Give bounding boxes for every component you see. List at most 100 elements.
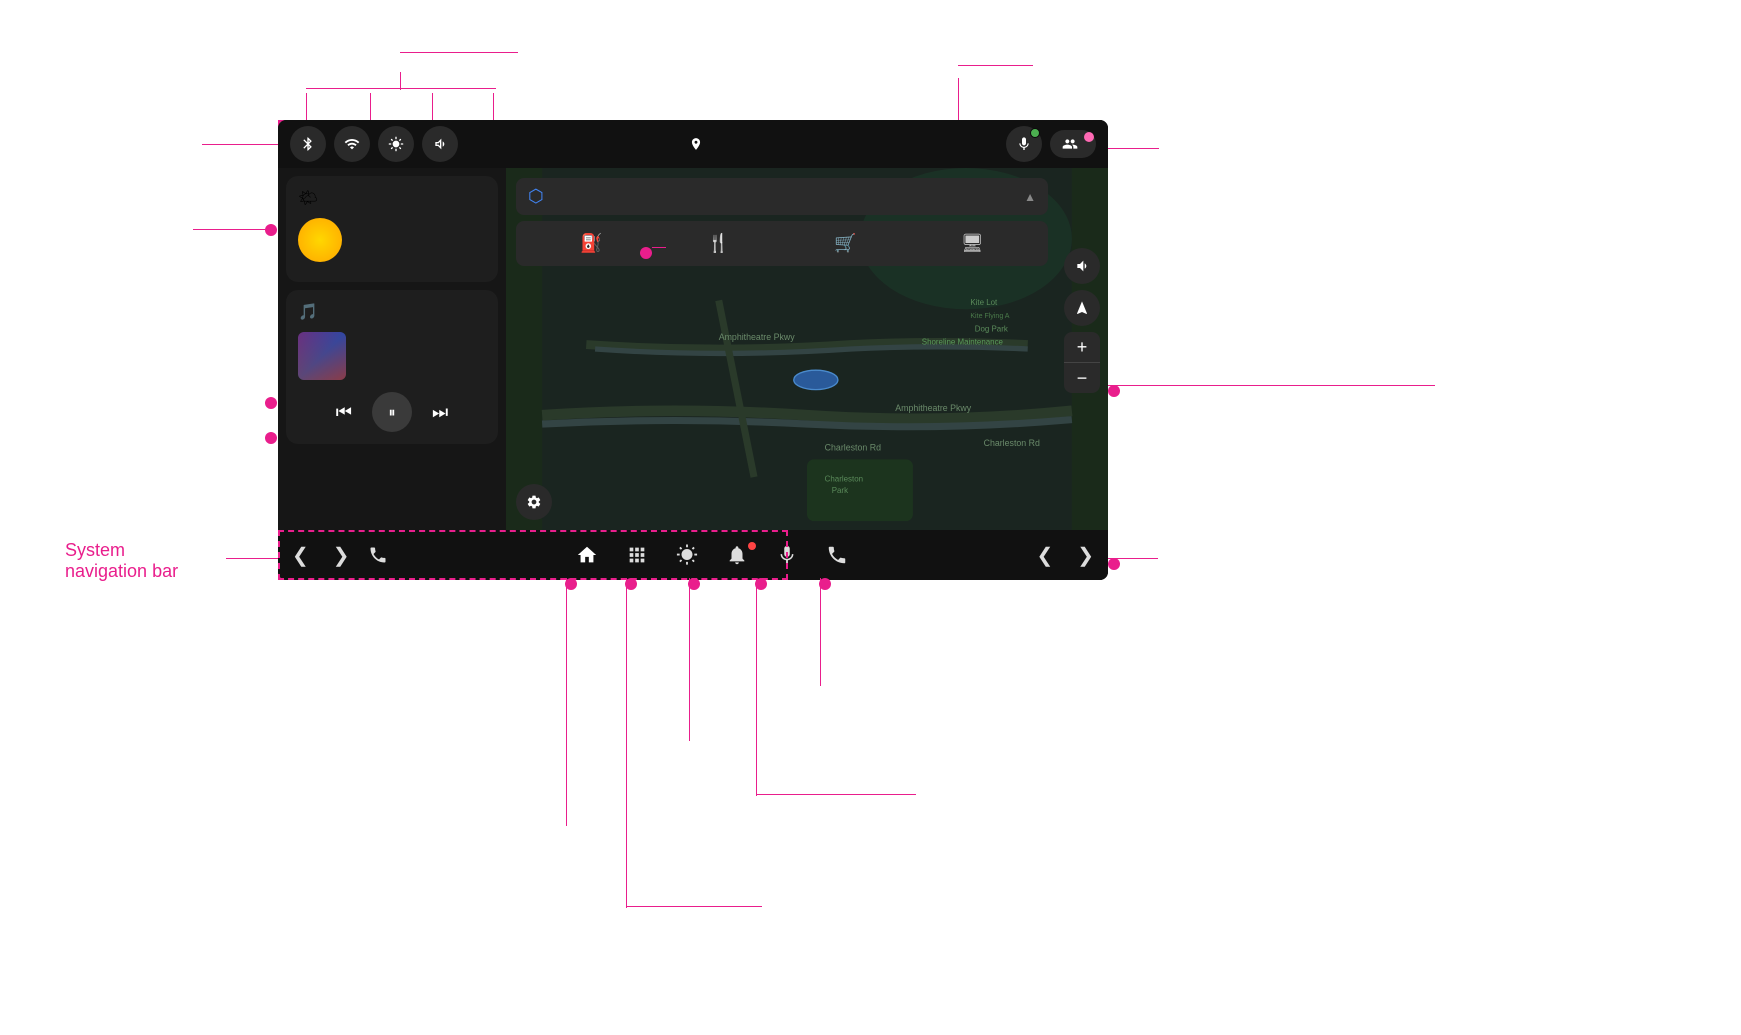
digital-asst-vert-line <box>820 578 821 686</box>
home-cards-dot2 <box>265 397 277 409</box>
digital-asst-dot2 <box>820 684 821 685</box>
climate-dot <box>1108 558 1120 570</box>
hvac-button[interactable] <box>670 544 704 566</box>
climate-right-next-button[interactable]: ❯ <box>1071 543 1100 568</box>
search-bar[interactable]: ⬡ ▲ <box>516 178 1048 215</box>
sun-icon <box>298 218 342 262</box>
svg-text:Charleston: Charleston <box>825 474 863 483</box>
poi-bar: ⛽ 🍴 🛒 🖥 <box>516 221 1048 266</box>
svg-text:Park: Park <box>832 486 848 495</box>
climate-right-prev-button[interactable]: ❮ <box>1030 543 1059 568</box>
weather-card[interactable]: 🌤 <box>286 176 498 282</box>
qc-line1 <box>306 93 307 123</box>
music-app-icon: 🎵 <box>298 302 318 322</box>
climate-line <box>1108 558 1158 559</box>
album-art <box>298 332 346 380</box>
mic-horiz-line <box>958 65 1033 66</box>
car-screen: 🌤 🎵 <box>278 120 1108 580</box>
search-dot-line <box>652 247 666 248</box>
sys-nav-line <box>226 558 278 559</box>
weather-card-header: 🌤 <box>298 188 486 208</box>
signal-button[interactable] <box>334 126 370 162</box>
home-cards-dot <box>265 224 277 236</box>
notif-vert-line <box>756 578 757 796</box>
screen-poi-button[interactable]: 🖥 <box>953 229 992 258</box>
home-button[interactable] <box>570 544 604 566</box>
maps-logo: ⬡ <box>528 186 544 207</box>
status-bar-line <box>202 144 278 145</box>
home-cards-line <box>193 229 265 230</box>
status-bar-left <box>290 126 458 162</box>
status-bar-center <box>683 137 703 151</box>
weather-content <box>298 218 486 262</box>
qc-line-up <box>400 72 401 90</box>
nav-app-dot <box>1108 385 1120 397</box>
search-dot <box>640 247 652 259</box>
left-panel: 🌤 🎵 <box>278 168 506 530</box>
mic-indicator-button[interactable] <box>1006 126 1042 162</box>
volume-button[interactable] <box>422 126 458 162</box>
qc-line4 <box>493 93 494 123</box>
music-controls: ⏮ ⏸ ⏭ <box>298 392 486 432</box>
notification-dot <box>748 542 756 550</box>
bottom-navigation-bar: ❮ ❯ <box>278 530 1108 580</box>
prev-track-button[interactable]: ⏮ <box>336 402 352 423</box>
profile-selector-button[interactable] <box>1050 130 1096 158</box>
nav-app-line <box>1108 385 1435 386</box>
pause-button[interactable]: ⏸ <box>372 392 412 432</box>
status-bar <box>278 120 1108 168</box>
hvac-vert-line <box>689 578 690 741</box>
search-overlay: ⬡ ▲ ⛽ 🍴 🛒 🖥 <box>516 178 1048 266</box>
climate-left-prev-button[interactable]: ❮ <box>286 543 315 568</box>
home-vert-line <box>566 578 567 826</box>
map-settings-button[interactable] <box>516 484 552 520</box>
qc-line2 <box>370 93 371 123</box>
bluetooth-button[interactable] <box>290 126 326 162</box>
restaurant-poi-button[interactable]: 🍴 <box>699 229 737 258</box>
shopping-poi-button[interactable]: 🛒 <box>826 229 864 258</box>
profile-dot <box>1084 132 1094 142</box>
climate-right: ❮ ❯ <box>1030 543 1100 568</box>
notifications-button[interactable] <box>720 544 754 566</box>
nav-center <box>570 544 854 566</box>
fuel-poi-button[interactable]: ⛽ <box>572 229 610 258</box>
digital-assistant-button[interactable] <box>770 544 804 566</box>
navigation-app[interactable]: Amphitheatre Pkwy Amphitheatre Pkwy Char… <box>506 168 1108 530</box>
home-bottom-line <box>566 824 567 825</box>
svg-text:Charleston Rd: Charleston Rd <box>984 438 1040 448</box>
climate-left: ❮ ❯ <box>286 543 394 568</box>
svg-text:Charleston Rd: Charleston Rd <box>825 443 881 453</box>
music-content <box>298 332 486 380</box>
audio-map-button[interactable] <box>1064 248 1100 284</box>
zoom-out-button[interactable]: − <box>1064 363 1100 393</box>
svg-text:Shoreline Maintenance: Shoreline Maintenance <box>922 338 1004 347</box>
map-zoom-group: + − <box>1064 332 1100 393</box>
search-chevron-icon: ▲ <box>1024 190 1036 204</box>
brightness-button[interactable] <box>378 126 414 162</box>
qc-line-top <box>306 88 496 89</box>
aural-track-dot <box>265 432 277 444</box>
svg-text:Amphitheatre Pkwy: Amphitheatre Pkwy <box>895 403 972 413</box>
climate-left-next-button[interactable]: ❯ <box>327 543 356 568</box>
map-right-controls: + − <box>1064 248 1100 393</box>
svg-text:Kite Lot: Kite Lot <box>970 298 998 307</box>
phone-button[interactable] <box>362 545 394 565</box>
app-launcher-vert-line <box>626 578 627 908</box>
phone-end-button[interactable] <box>820 544 854 566</box>
svg-text:Amphitheatre Pkwy: Amphitheatre Pkwy <box>719 332 796 342</box>
next-track-button[interactable]: ⏭ <box>432 402 448 423</box>
navigation-map-button[interactable] <box>1064 290 1100 326</box>
music-card-header: 🎵 <box>298 302 486 322</box>
app-launcher-button[interactable] <box>620 544 654 566</box>
weather-icon: 🌤 <box>298 188 318 208</box>
hvac-dot2 <box>689 739 690 740</box>
music-card: 🎵 ⏮ ⏸ ⏭ <box>286 290 498 444</box>
status-bar-right <box>1006 126 1096 162</box>
svg-text:Dog Park: Dog Park <box>975 324 1008 333</box>
qc-line3 <box>432 93 433 123</box>
zoom-in-button[interactable]: + <box>1064 332 1100 362</box>
app-launcher-horiz-line <box>626 906 762 907</box>
notif-horiz-line <box>756 794 916 795</box>
svg-text:Kite Flying A: Kite Flying A <box>970 313 1009 320</box>
mic-vert-line2 <box>958 78 959 90</box>
